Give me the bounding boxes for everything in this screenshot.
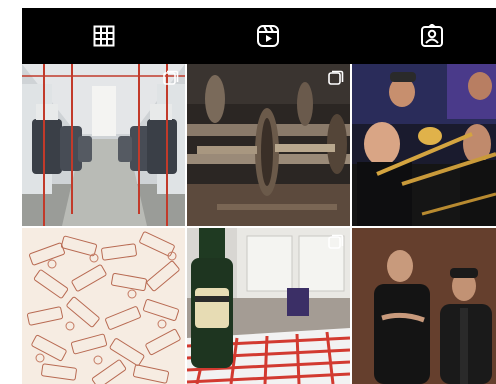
beer-restaurant-photo [187, 228, 350, 384]
posts-grid [22, 64, 496, 384]
two-men-portrait-photo [352, 228, 496, 384]
post-thumbnail[interactable] [352, 64, 496, 226]
post-thumbnail[interactable] [187, 64, 350, 226]
multiple-photos-icon [328, 70, 344, 85]
post-thumbnail[interactable] [187, 228, 350, 384]
multiple-photos-icon [328, 234, 344, 249]
tab-tagged[interactable] [392, 8, 472, 64]
reels-icon [257, 25, 279, 47]
tab-reels[interactable] [228, 8, 308, 64]
tab-posts-grid[interactable] [64, 8, 144, 64]
machine-wheels-photo [187, 64, 350, 226]
grid-icon [93, 25, 115, 47]
profile-content-frame [22, 8, 496, 384]
profile-tab-bar [22, 8, 496, 64]
post-thumbnail[interactable] [352, 228, 496, 384]
sticky-notes-photo [22, 228, 185, 384]
tagged-icon [421, 24, 443, 47]
band-trombones-photo [352, 64, 496, 226]
multiple-photos-icon [163, 70, 179, 85]
train-interior-photo [22, 64, 185, 226]
post-thumbnail[interactable] [22, 64, 185, 226]
post-thumbnail[interactable] [22, 228, 185, 384]
